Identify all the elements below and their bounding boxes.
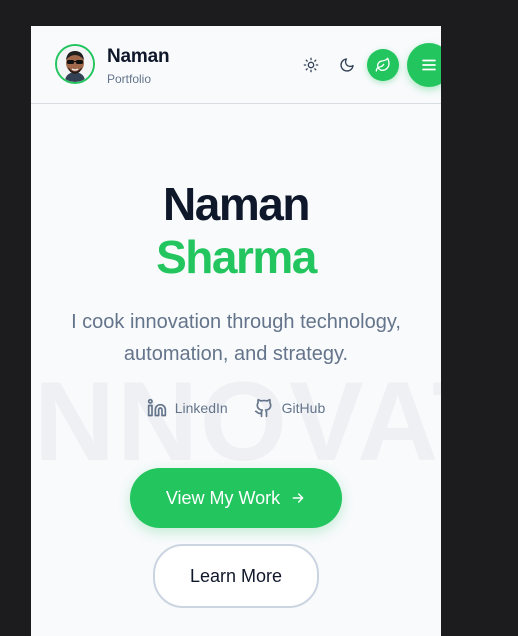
view-my-work-button[interactable]: View My Work (130, 468, 342, 528)
learn-more-label: Learn More (189, 565, 283, 586)
linkedin-icon (147, 398, 166, 417)
hero-tagline: I cook innovation through technology, au… (71, 311, 401, 365)
brand-name[interactable]: Naman (107, 46, 170, 68)
linkedin-link[interactable]: LinkedIn (147, 398, 228, 418)
brand-subtitle: Portfolio (107, 72, 152, 86)
arrow-right-icon (292, 493, 304, 503)
hero-last-name: Sharma (156, 231, 317, 283)
github-link[interactable]: GitHub (254, 398, 326, 418)
linkedin-label: LinkedIn (174, 400, 228, 416)
social-links: LinkedIn GitHub (31, 398, 441, 418)
github-label: GitHub (281, 400, 326, 416)
menu-button[interactable] (407, 43, 441, 87)
learn-more-button[interactable]: Learn More (153, 544, 319, 608)
sun-icon (303, 57, 319, 73)
background-watermark: INNOVATION (31, 359, 441, 484)
hamburger-icon (422, 59, 436, 71)
app-viewport: Naman Portfolio INNOVATION Naman S (31, 26, 441, 636)
green-theme-button[interactable] (367, 49, 399, 81)
site-header: Naman Portfolio (31, 26, 441, 104)
leaf-icon (375, 57, 390, 72)
avatar-image (57, 46, 93, 82)
github-icon (254, 398, 272, 418)
light-mode-button[interactable] (299, 53, 323, 77)
moon-icon (340, 58, 354, 72)
hero-first-name: Naman (163, 178, 310, 230)
avatar[interactable] (55, 44, 95, 84)
dark-mode-button[interactable] (335, 53, 359, 77)
view-my-work-label: View My Work (165, 487, 281, 508)
